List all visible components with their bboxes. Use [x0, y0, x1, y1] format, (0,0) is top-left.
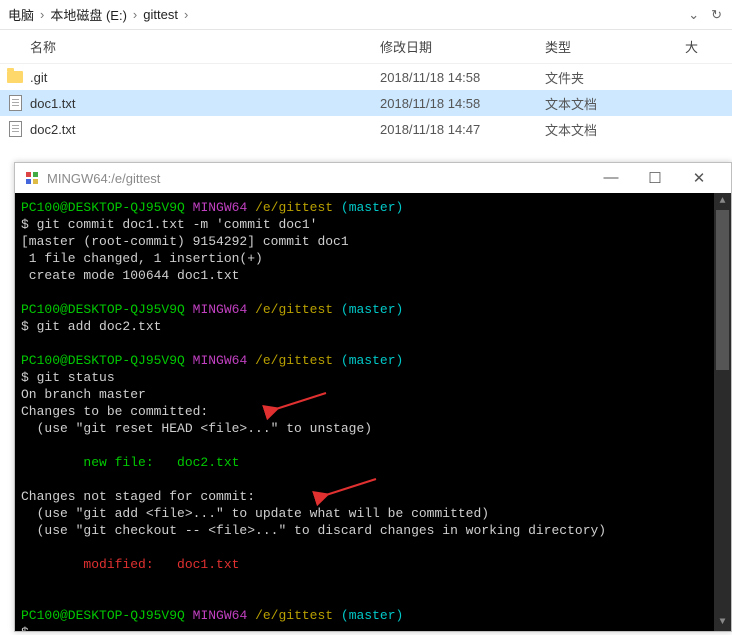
dropdown-icon[interactable]: ⌄: [688, 7, 699, 23]
scroll-thumb[interactable]: [716, 210, 729, 370]
breadcrumb[interactable]: 电脑 › 本地磁盘 (E:) › gittest › ⌄ ↻: [0, 0, 732, 30]
minimize-button[interactable]: —: [589, 169, 633, 187]
maximize-button[interactable]: ☐: [633, 169, 677, 187]
chevron-right-icon: ›: [182, 7, 190, 22]
file-type: 文本文档: [545, 120, 685, 139]
file-list: .git2018/11/18 14:58文件夹doc1.txt2018/11/1…: [0, 64, 732, 142]
file-date: 2018/11/18 14:58: [380, 96, 545, 111]
file-row[interactable]: .git2018/11/18 14:58文件夹: [0, 64, 732, 90]
file-row[interactable]: doc1.txt2018/11/18 14:58文本文档: [0, 90, 732, 116]
col-name[interactable]: 名称: [0, 37, 380, 56]
col-date[interactable]: 修改日期: [380, 37, 545, 56]
file-date: 2018/11/18 14:47: [380, 122, 545, 137]
folder-icon: [7, 71, 23, 83]
scroll-down-icon[interactable]: ▼: [714, 614, 731, 631]
file-date: 2018/11/18 14:58: [380, 70, 545, 85]
breadcrumb-segment[interactable]: 本地磁盘 (E:): [46, 5, 131, 24]
chevron-right-icon: ›: [131, 7, 139, 22]
chevron-right-icon: ›: [38, 7, 46, 22]
file-name: .git: [30, 70, 380, 85]
file-name: doc1.txt: [30, 96, 380, 111]
file-type: 文件夹: [545, 68, 685, 87]
column-headers: 名称 修改日期 类型 大: [0, 30, 732, 64]
mingw-logo-icon: [25, 171, 39, 185]
document-icon: [9, 121, 22, 137]
col-type[interactable]: 类型: [545, 37, 685, 56]
breadcrumb-segment[interactable]: 电脑: [4, 5, 38, 24]
terminal-window: MINGW64:/e/gittest — ☐ ✕ PC100@DESKTOP-Q…: [14, 162, 732, 632]
scrollbar[interactable]: ▲ ▼: [714, 193, 731, 631]
terminal-title-text: MINGW64:/e/gittest: [47, 171, 160, 186]
file-explorer: 电脑 › 本地磁盘 (E:) › gittest › ⌄ ↻ 名称 修改日期 类…: [0, 0, 732, 142]
scroll-track[interactable]: [714, 210, 731, 614]
terminal-body[interactable]: PC100@DESKTOP-QJ95V9Q MINGW64 /e/gittest…: [15, 193, 731, 631]
close-button[interactable]: ✕: [677, 169, 721, 187]
file-type: 文本文档: [545, 94, 685, 113]
refresh-icon[interactable]: ↻: [711, 7, 722, 23]
document-icon: [9, 95, 22, 111]
breadcrumb-segment[interactable]: gittest: [139, 7, 182, 22]
col-extra[interactable]: 大: [685, 37, 698, 56]
file-name: doc2.txt: [30, 122, 380, 137]
file-row[interactable]: doc2.txt2018/11/18 14:47文本文档: [0, 116, 732, 142]
terminal-titlebar[interactable]: MINGW64:/e/gittest — ☐ ✕: [15, 163, 731, 193]
scroll-up-icon[interactable]: ▲: [714, 193, 731, 210]
